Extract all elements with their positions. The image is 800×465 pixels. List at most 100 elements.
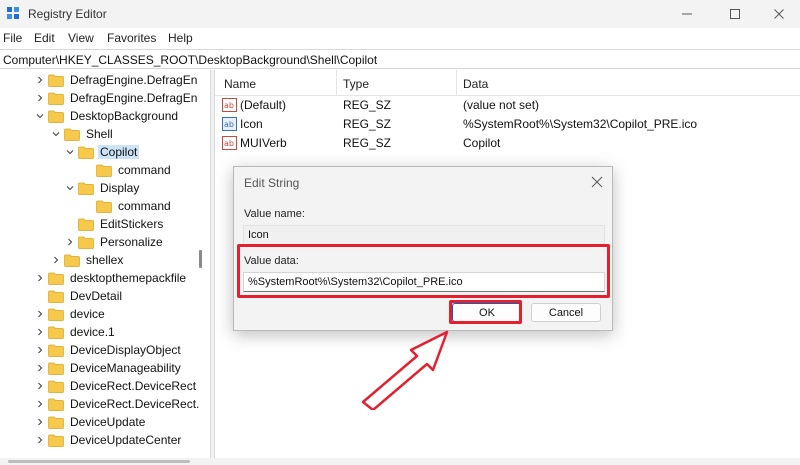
value-name-field: Icon [243, 225, 605, 245]
menu-edit[interactable]: Edit [34, 31, 55, 45]
string-value-icon: ab [222, 98, 237, 112]
tree-item[interactable]: shellex [50, 251, 125, 269]
value-data: Copilot [463, 136, 501, 150]
title-bar: Registry Editor [0, 0, 800, 28]
tree-item-label: desktopthemepackfile [70, 271, 187, 285]
maximize-button[interactable] [712, 0, 758, 28]
tree-item-label: command [118, 163, 171, 177]
tree-item-label: DefragEngine.DefragEn [70, 91, 198, 105]
tree-item[interactable]: DeviceRect.DeviceRect. [34, 395, 201, 413]
folder-icon [48, 344, 64, 357]
folder-icon [48, 416, 64, 429]
string-value-icon: ab [222, 117, 237, 131]
tree-item[interactable]: Personalize [64, 233, 165, 251]
column-type[interactable]: Type [343, 77, 369, 91]
chevron-down-icon[interactable] [64, 179, 76, 197]
tree-item-label: DeviceManageability [70, 361, 181, 375]
folder-icon [48, 74, 64, 87]
chevron-right-icon[interactable] [34, 395, 46, 413]
chevron-right-icon[interactable] [64, 233, 76, 251]
tree-item[interactable]: DeviceUpdateCenter [34, 431, 183, 449]
menu-file[interactable]: File [3, 31, 22, 45]
svg-text:ab: ab [224, 139, 234, 148]
value-name: Icon [240, 117, 263, 131]
close-icon[interactable] [590, 175, 604, 189]
column-data[interactable]: Data [463, 77, 488, 91]
tree-item[interactable]: DefragEngine.DefragEn [34, 71, 199, 89]
chevron-right-icon[interactable] [34, 71, 46, 89]
folder-icon [48, 290, 64, 303]
list-header: Name Type Data [215, 70, 800, 96]
chevron-right-icon[interactable] [34, 341, 46, 359]
close-icon [774, 9, 784, 19]
horizontal-scrollbar[interactable] [0, 458, 800, 465]
chevron-right-icon[interactable] [34, 377, 46, 395]
dialog-title: Edit String [244, 176, 300, 190]
folder-icon [48, 434, 64, 447]
tree-item-label: Shell [86, 127, 113, 141]
tree-item-label: command [118, 199, 171, 213]
folder-icon [48, 362, 64, 375]
tree-scrollbar-thumb[interactable] [199, 250, 202, 268]
chevron-right-icon[interactable] [34, 431, 46, 449]
folder-icon [78, 182, 94, 195]
chevron-down-icon[interactable] [50, 125, 62, 143]
svg-text:ab: ab [224, 120, 234, 129]
value-name: MUIVerb [240, 136, 287, 150]
chevron-right-icon[interactable] [34, 269, 46, 287]
tree-item-label: DesktopBackground [70, 109, 179, 123]
list-item[interactable]: ab Icon REG_SZ %SystemRoot%\System32\Cop… [215, 115, 800, 134]
tree-item[interactable]: Shell [50, 125, 115, 143]
address-bar[interactable]: Computer\HKEY_CLASSES_ROOT\DesktopBackgr… [0, 49, 800, 69]
tree-item[interactable]: Display [64, 179, 141, 197]
menu-favorites[interactable]: Favorites [107, 31, 156, 45]
tree-item-selected[interactable]: Copilot [64, 143, 140, 161]
minimize-icon [682, 13, 692, 15]
tree-item-label: DeviceUpdate [70, 415, 146, 429]
chevron-right-icon[interactable] [50, 251, 62, 269]
tree-item-label: DeviceRect.DeviceRect [70, 379, 197, 393]
menu-view[interactable]: View [68, 31, 94, 45]
tree-item[interactable]: DefragEngine.DefragEn [34, 89, 199, 107]
minimize-button[interactable] [664, 0, 710, 28]
tree-item-label: Display [100, 181, 140, 195]
folder-icon [96, 164, 112, 177]
value-data: %SystemRoot%\System32\Copilot_PRE.ico [463, 117, 698, 131]
tree-item[interactable]: desktopthemepackfile [34, 269, 188, 287]
value-type: REG_SZ [343, 136, 392, 150]
folder-icon [64, 128, 80, 141]
chevron-right-icon[interactable] [34, 305, 46, 323]
close-button[interactable] [756, 0, 800, 28]
tree-item[interactable]: DeviceDisplayObject [34, 341, 183, 359]
tree-item-label: DeviceRect.DeviceRect. [70, 397, 200, 411]
tree-item[interactable]: device.1 [34, 323, 117, 341]
tree-item[interactable]: command [82, 197, 173, 215]
tree-item[interactable]: DeviceUpdate [34, 413, 147, 431]
registry-editor-app-icon [7, 7, 19, 19]
tree-item[interactable]: DeviceManageability [34, 359, 183, 377]
folder-icon [48, 110, 64, 123]
chevron-right-icon[interactable] [34, 359, 46, 377]
tree-item[interactable]: device [34, 305, 107, 323]
chevron-down-icon[interactable] [64, 143, 76, 161]
tree-item[interactable]: command [82, 161, 173, 179]
menu-bar: File Edit View Favorites Help [0, 28, 800, 49]
cancel-button[interactable]: Cancel [531, 303, 601, 322]
tree-item[interactable]: DeviceRect.DeviceRect [34, 377, 198, 395]
chevron-down-icon[interactable] [34, 107, 46, 125]
string-value-icon: ab [222, 136, 237, 150]
open-folder-icon [78, 146, 94, 159]
chevron-right-icon[interactable] [34, 89, 46, 107]
folder-icon [78, 218, 94, 231]
column-name[interactable]: Name [224, 77, 256, 91]
tree-item[interactable]: DesktopBackground [34, 107, 180, 125]
horizontal-scrollbar-thumb[interactable] [8, 460, 190, 463]
list-item[interactable]: ab MUIVerb REG_SZ Copilot [215, 134, 800, 153]
tree-item[interactable]: DevDetail [34, 287, 124, 305]
chevron-right-icon[interactable] [34, 413, 46, 431]
tree-item[interactable]: EditStickers [64, 215, 165, 233]
chevron-right-icon[interactable] [34, 323, 46, 341]
tree-item-label: device.1 [70, 325, 115, 339]
menu-help[interactable]: Help [168, 31, 193, 45]
list-item[interactable]: ab (Default) REG_SZ (value not set) [215, 96, 800, 115]
